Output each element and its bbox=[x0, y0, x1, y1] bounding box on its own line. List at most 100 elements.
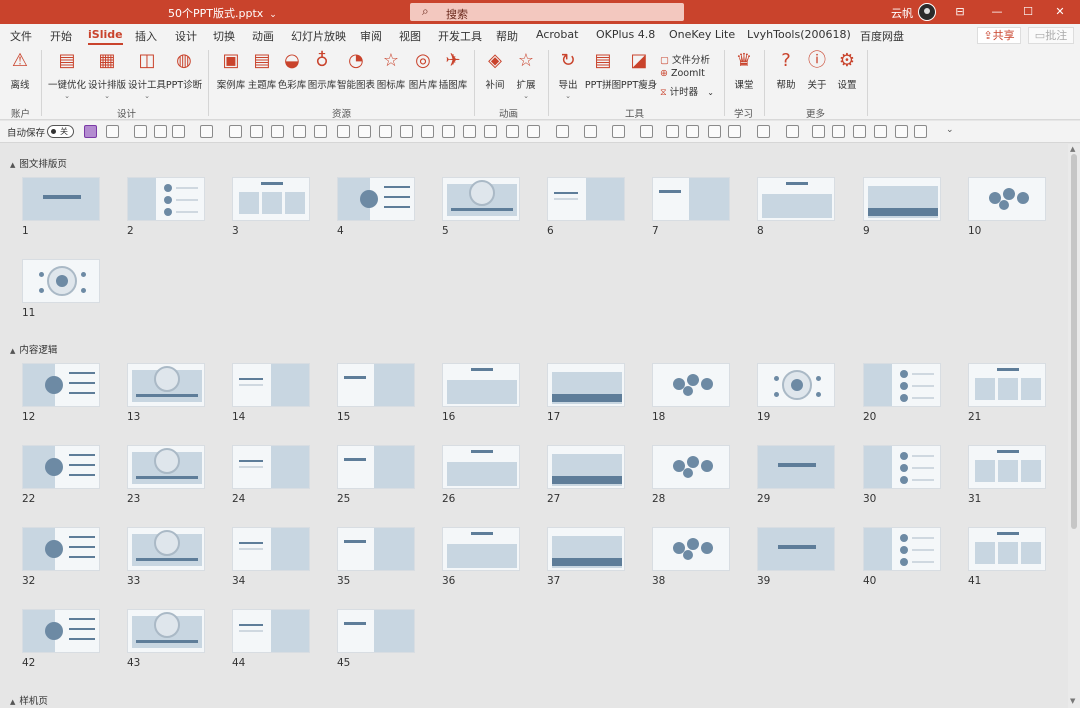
classroom-button[interactable]: ♛ 课堂 bbox=[724, 50, 764, 91]
tab-help[interactable]: 帮助 bbox=[496, 28, 518, 44]
align-top-icon[interactable] bbox=[314, 125, 327, 138]
selection-icon[interactable] bbox=[812, 125, 825, 138]
font-color-icon[interactable] bbox=[584, 125, 597, 138]
autosave-toggle[interactable]: 关 bbox=[47, 125, 74, 138]
highlight-icon[interactable] bbox=[612, 125, 625, 138]
same-width-icon[interactable] bbox=[484, 125, 497, 138]
tab-lvyhtools[interactable]: LvyhTools(200618) bbox=[747, 28, 851, 41]
distribute-vertical-icon[interactable] bbox=[463, 125, 476, 138]
slide-thumbnail[interactable] bbox=[337, 445, 415, 489]
ppt-puzzle-button[interactable]: ▤ PPT拼图 bbox=[583, 50, 623, 91]
slide-thumbnail[interactable] bbox=[442, 177, 520, 221]
section-header[interactable]: ▲ 内容逻辑 bbox=[10, 342, 57, 356]
slide-thumbnail[interactable] bbox=[232, 609, 310, 653]
slide-thumbnail[interactable] bbox=[127, 527, 205, 571]
design-layout-button[interactable]: ▦ 设计排版 ⌄ bbox=[87, 50, 127, 100]
smart-chart-button[interactable]: ◔ 智能图表 bbox=[336, 50, 376, 91]
slide-thumbnail[interactable] bbox=[968, 177, 1046, 221]
eraser-icon[interactable] bbox=[686, 125, 699, 138]
document-title[interactable]: 50个PPT版式.pptx ⌄ bbox=[168, 5, 277, 21]
slide-thumbnail[interactable] bbox=[22, 609, 100, 653]
resize-icon[interactable] bbox=[853, 125, 866, 138]
scrollbar-thumb[interactable] bbox=[1071, 154, 1077, 529]
offline-button[interactable]: ⚠ 离线 bbox=[0, 50, 40, 91]
slide-thumbnail[interactable] bbox=[337, 609, 415, 653]
slide-thumbnail[interactable] bbox=[22, 259, 100, 303]
circle-icon[interactable] bbox=[874, 125, 887, 138]
scroll-up-icon[interactable]: ▲ bbox=[1070, 145, 1075, 153]
scroll-down-icon[interactable]: ▼ bbox=[1070, 697, 1075, 705]
slide-thumbnail[interactable] bbox=[968, 445, 1046, 489]
star-icon[interactable] bbox=[708, 125, 721, 138]
save-icon[interactable] bbox=[84, 125, 97, 138]
tab-view[interactable]: 视图 bbox=[399, 28, 421, 44]
group-icon[interactable] bbox=[229, 125, 242, 138]
close-button[interactable]: ✕ bbox=[1050, 3, 1070, 21]
slide-thumbnail[interactable] bbox=[232, 363, 310, 407]
align-middle-icon[interactable] bbox=[337, 125, 350, 138]
slide-thumbnail[interactable] bbox=[652, 363, 730, 407]
image-effect-icon[interactable] bbox=[914, 125, 927, 138]
bring-forward-icon[interactable] bbox=[271, 125, 284, 138]
slide-thumbnail[interactable] bbox=[337, 177, 415, 221]
slide-thumbnail[interactable] bbox=[968, 363, 1046, 407]
slide-thumbnail[interactable] bbox=[652, 177, 730, 221]
slide-thumbnail[interactable] bbox=[442, 363, 520, 407]
slide-thumbnail[interactable] bbox=[547, 177, 625, 221]
tab-baidu-netdisk[interactable]: 百度网盘 bbox=[860, 28, 904, 44]
send-backward-icon[interactable] bbox=[293, 125, 306, 138]
slide-thumbnail[interactable] bbox=[547, 445, 625, 489]
slide-thumbnail[interactable] bbox=[757, 527, 835, 571]
slide-thumbnail[interactable] bbox=[757, 177, 835, 221]
slide-sorter[interactable]: ▲ 图文排版页 ▲ 内容逻辑 ▲ 样机页 1 2 3 4 5 6 7 8 9 10 11 12 13 14 15 1… bbox=[0, 144, 1068, 708]
crop-tool-icon[interactable] bbox=[786, 125, 799, 138]
slide-thumbnail[interactable] bbox=[652, 445, 730, 489]
align-right-icon[interactable] bbox=[421, 125, 434, 138]
search-box[interactable]: ⌕ 搜索 bbox=[410, 3, 684, 21]
ppt-diagnosis-button[interactable]: ◍ PPT诊断 bbox=[164, 50, 204, 91]
illustration-library-button[interactable]: ✈ 插图库 bbox=[433, 50, 473, 91]
slide-thumbnail[interactable] bbox=[127, 445, 205, 489]
zoomit-button[interactable]: ⊕ ZoomIt bbox=[660, 68, 705, 79]
format-painter-icon[interactable] bbox=[666, 125, 679, 138]
slide-thumbnail[interactable] bbox=[757, 445, 835, 489]
comments-button[interactable]: ▭批注 bbox=[1028, 27, 1074, 44]
design-tools-button[interactable]: ◫ 设计工具 ⌄ bbox=[127, 50, 167, 100]
slide-thumbnail[interactable] bbox=[232, 527, 310, 571]
tab-slideshow[interactable]: 幻灯片放映 bbox=[291, 28, 346, 44]
user-name[interactable]: 云帆 bbox=[891, 5, 913, 21]
ribbon-display-options-button[interactable]: ⊟ bbox=[950, 3, 970, 21]
layout-icon[interactable] bbox=[172, 125, 185, 138]
extend-button[interactable]: ☆ 扩展 ⌄ bbox=[506, 50, 546, 100]
slide-thumbnail[interactable] bbox=[863, 445, 941, 489]
tab-islide[interactable]: iSlide bbox=[88, 28, 123, 45]
one-click-optimize-button[interactable]: ▤ 一键优化 ⌄ bbox=[47, 50, 87, 100]
slide-thumbnail[interactable] bbox=[863, 527, 941, 571]
timer-button[interactable]: ⧖ 计时器 ⌄ bbox=[660, 84, 714, 98]
text-box-icon[interactable] bbox=[200, 125, 213, 138]
maximize-button[interactable]: ☐ bbox=[1018, 3, 1038, 21]
ungroup-icon[interactable] bbox=[250, 125, 263, 138]
export-button[interactable]: ↻ 导出 ⌄ bbox=[548, 50, 588, 100]
tab-developer[interactable]: 开发工具 bbox=[438, 28, 482, 44]
align-left-icon[interactable] bbox=[379, 125, 392, 138]
shape-icon[interactable] bbox=[527, 125, 540, 138]
slide-thumbnail[interactable] bbox=[442, 445, 520, 489]
slide-thumbnail[interactable] bbox=[757, 363, 835, 407]
ppt-slim-button[interactable]: ◪ PPT瘦身 bbox=[619, 50, 659, 91]
slide-thumbnail[interactable] bbox=[232, 445, 310, 489]
tab-transitions[interactable]: 切换 bbox=[213, 28, 235, 44]
align-center-icon[interactable] bbox=[400, 125, 413, 138]
slide-thumbnail[interactable] bbox=[652, 527, 730, 571]
file-analysis-button[interactable]: ▢ 文件分析 bbox=[660, 52, 710, 66]
tab-review[interactable]: 审阅 bbox=[360, 28, 382, 44]
tab-onekey[interactable]: OneKey Lite bbox=[669, 28, 735, 41]
tab-insert[interactable]: 插入 bbox=[135, 28, 157, 44]
tab-animations[interactable]: 动画 bbox=[252, 28, 274, 44]
outline-icon[interactable] bbox=[640, 125, 653, 138]
slide-thumbnail[interactable] bbox=[547, 363, 625, 407]
slide-thumbnail[interactable] bbox=[863, 363, 941, 407]
image-icon[interactable] bbox=[154, 125, 167, 138]
slide-thumbnail[interactable] bbox=[127, 363, 205, 407]
shapes-icon[interactable] bbox=[728, 125, 741, 138]
